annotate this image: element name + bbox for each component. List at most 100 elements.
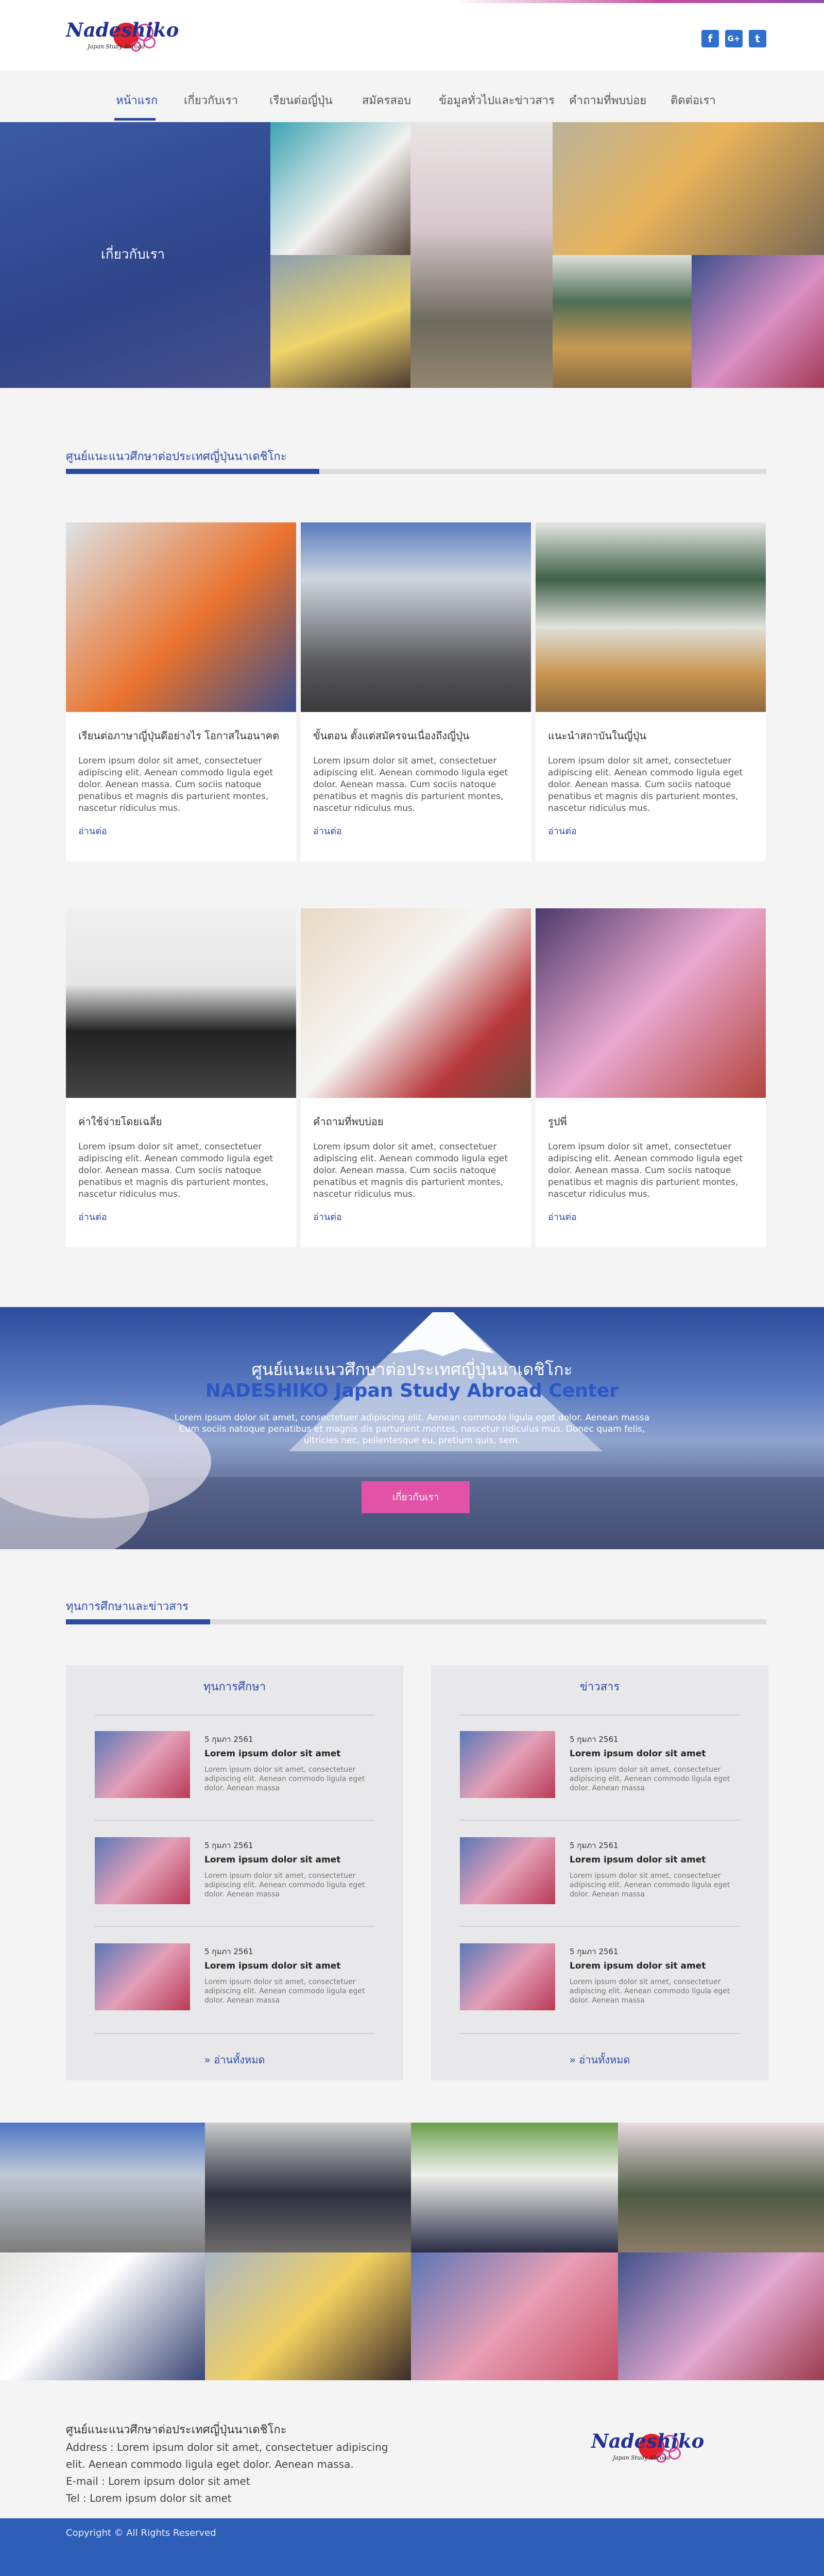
strip-photo-group-thumbs-up	[411, 2252, 618, 2380]
nav-item-faq[interactable]: คำถามที่พบบ่อย	[569, 91, 646, 109]
footer-address: Address : Lorem ipsum dolor sit amet, co…	[66, 2441, 388, 2453]
logo-wordmark: Nadeshiko	[591, 2430, 705, 2452]
divider	[460, 1926, 740, 1927]
read-more-link[interactable]: อ่านต่อ	[548, 823, 577, 838]
site-header: Nadeshiko Japan Study Abroad f G+ t	[0, 3, 824, 71]
card-title: ค่าใช้จ่ายโดยเฉลี่ย	[78, 1115, 162, 1128]
item-title[interactable]: Lorem ipsum dolor sit amet	[570, 1961, 706, 1971]
site-footer: ศูนย์แนะแนวศึกษาต่อประเทศญี่ปุ่นนาเดชิโก…	[0, 2380, 824, 2518]
section-title-scholarship-news: ทุนการศึกษาและข่าวสาร	[66, 1600, 188, 1613]
section-rule	[66, 1619, 766, 1624]
strip-photo-student-desk	[205, 2252, 411, 2380]
google-plus-icon[interactable]: G+	[725, 30, 743, 47]
info-card[interactable]: ขั้นตอน ตั้งแต่สมัครจนเนื่องถึงญี่ปุ่น L…	[301, 522, 531, 861]
read-more-link[interactable]: อ่านต่อ	[313, 1209, 342, 1224]
item-excerpt: Lorem ipsum dolor sit amet, consectetuer…	[204, 1766, 365, 1792]
footer-email: E-mail : Lorem ipsum dolor sit amet	[66, 2475, 250, 2487]
card-photo-classroom	[66, 522, 296, 712]
list-item[interactable]: 5 กุมภา 2561 Lorem ipsum dolor sit amet …	[460, 1731, 740, 1814]
card-title: คำถามที่พบบ่อย	[313, 1115, 384, 1128]
item-thumbnail	[95, 1943, 190, 2010]
nav-item-news[interactable]: ข้อมูลทั่วไปและข่าวสาร	[439, 91, 555, 109]
copyright-bar: Copyright © All Rights Reserved	[0, 2518, 824, 2576]
about-us-button[interactable]: เกี่ยวกับเรา	[362, 1481, 470, 1513]
list-item[interactable]: 5 กุมภา 2561 Lorem ipsum dolor sit amet …	[95, 1731, 374, 1814]
item-thumbnail	[95, 1731, 190, 1798]
nav-item-apply-exam[interactable]: สมัครสอบ	[362, 91, 411, 109]
hero-about-link[interactable]: เกี่ยวกับเรา	[101, 244, 165, 265]
strip-photo-library	[618, 2252, 824, 2380]
view-all-scholarships-link[interactable]: » อ่านทั้งหมด	[66, 2052, 403, 2068]
info-card[interactable]: แนะนำสถาบันในญี่ปุ่น Lorem ipsum dolor s…	[536, 522, 766, 861]
item-thumbnail	[460, 1837, 555, 1904]
card-photo-station	[301, 522, 531, 712]
card-description: Lorem ipsum dolor sit amet, consectetuer…	[313, 756, 508, 814]
logo-subtitle: Japan Study Abroad	[613, 2454, 671, 2461]
card-description: Lorem ipsum dolor sit amet, consectetuer…	[78, 1142, 273, 1199]
strip-photo-school-uniforms	[411, 2123, 618, 2252]
card-photo-library-student	[536, 908, 766, 1098]
divider	[95, 2033, 374, 2034]
nav-item-about[interactable]: เกี่ยวกับเรา	[184, 91, 238, 109]
item-title[interactable]: Lorem ipsum dolor sit amet	[204, 1961, 340, 1971]
nav-item-home[interactable]: หน้าแรก	[116, 91, 158, 109]
hero-photo-cherry-blossom-path	[410, 122, 553, 388]
item-title[interactable]: Lorem ipsum dolor sit amet	[570, 1855, 706, 1865]
panel-heading: ข่าวสาร	[579, 1681, 620, 1693]
twitter-icon[interactable]: t	[749, 30, 766, 47]
item-excerpt: Lorem ipsum dolor sit amet, consectetuer…	[570, 1978, 730, 2005]
nav-item-study-japan[interactable]: เรียนต่อญี่ปุ่น	[269, 91, 333, 109]
read-more-link[interactable]: อ่านต่อ	[313, 823, 342, 838]
divider	[460, 2033, 740, 2034]
card-title: ขั้นตอน ตั้งแต่สมัครจนเนื่องถึงญี่ปุ่น	[313, 730, 470, 742]
item-title[interactable]: Lorem ipsum dolor sit amet	[570, 1749, 706, 1759]
info-card[interactable]: คำถามที่พบบ่อย Lorem ipsum dolor sit ame…	[301, 908, 531, 1247]
site-logo[interactable]: Nadeshiko Japan Study Abroad	[66, 14, 190, 71]
item-date: 5 กุมภา 2561	[570, 1947, 619, 1956]
item-thumbnail	[95, 1837, 190, 1904]
divider	[460, 1715, 740, 1716]
read-more-link[interactable]: อ่านต่อ	[548, 1209, 577, 1224]
strip-photo-classroom	[0, 2252, 205, 2380]
item-title[interactable]: Lorem ipsum dolor sit amet	[204, 1749, 340, 1759]
item-excerpt: Lorem ipsum dolor sit amet, consectetuer…	[570, 1766, 730, 1792]
item-thumbnail	[460, 1943, 555, 2010]
divider	[95, 1715, 374, 1716]
hero-photo-student-smiling	[270, 255, 410, 388]
card-description: Lorem ipsum dolor sit amet, consectetuer…	[313, 1142, 508, 1199]
logo-subtitle: Japan Study Abroad	[88, 43, 145, 50]
footer-tel: Tel : Lorem ipsum dolor sit amet	[66, 2492, 232, 2504]
info-card[interactable]: เรียนต่อภาษาญี่ปุ่นดีอย่างไร โอกาสในอนาค…	[66, 522, 296, 861]
section-title-center: ศูนย์แนะแนวศึกษาต่อประเทศญี่ปุ่นนาเดชิโก…	[66, 450, 287, 463]
list-item[interactable]: 5 กุมภา 2561 Lorem ipsum dolor sit amet …	[95, 1837, 374, 1920]
item-date: 5 กุมภา 2561	[570, 1735, 619, 1744]
card-photo-business-people	[66, 908, 296, 1098]
card-title: แนะนำสถาบันในญี่ปุ่น	[548, 730, 646, 742]
strip-photo-students-walking	[205, 2123, 411, 2252]
banner-heading-thai: ศูนย์แนะแนวศึกษาต่อประเทศญี่ปุ่นนาเดชิโก…	[251, 1360, 573, 1379]
footer-heading: ศูนย์แนะแนวศึกษาต่อประเทศญี่ปุ่นนาเดชิโก…	[66, 2424, 287, 2436]
nav-item-contact[interactable]: ติดต่อเรา	[671, 91, 716, 109]
strip-photo-cherry-blossom	[618, 2123, 824, 2252]
read-more-link[interactable]: อ่านต่อ	[78, 1209, 107, 1224]
banner-description: Lorem ipsum dolor sit amet, consectetuer…	[174, 1413, 650, 1446]
list-item[interactable]: 5 กุมภา 2561 Lorem ipsum dolor sit amet …	[95, 1943, 374, 2026]
footer-logo[interactable]: Nadeshiko Japan Study Abroad	[591, 2426, 715, 2482]
item-excerpt: Lorem ipsum dolor sit amet, consectetuer…	[204, 1872, 365, 1899]
view-all-news-link[interactable]: » อ่านทั้งหมด	[431, 2052, 768, 2068]
item-title[interactable]: Lorem ipsum dolor sit amet	[204, 1855, 340, 1865]
main-nav: หน้าแรก เกี่ยวกับเรา เรียนต่อญี่ปุ่น สมั…	[0, 71, 824, 122]
item-excerpt: Lorem ipsum dolor sit amet, consectetuer…	[570, 1872, 730, 1899]
info-card[interactable]: ค่าใช้จ่ายโดยเฉลี่ย Lorem ipsum dolor si…	[66, 908, 296, 1247]
info-card[interactable]: รูปพี่ Lorem ipsum dolor sit amet, conse…	[536, 908, 766, 1247]
photo-strip	[0, 2123, 824, 2380]
item-date: 5 กุมภา 2561	[204, 1947, 253, 1956]
facebook-icon[interactable]: f	[701, 30, 719, 47]
item-thumbnail	[460, 1731, 555, 1798]
card-title: รูปพี่	[548, 1115, 567, 1128]
card-description: Lorem ipsum dolor sit amet, consectetuer…	[548, 756, 743, 814]
item-date: 5 กุมภา 2561	[204, 1841, 253, 1850]
list-item[interactable]: 5 กุมภา 2561 Lorem ipsum dolor sit amet …	[460, 1837, 740, 1920]
list-item[interactable]: 5 กุมภา 2561 Lorem ipsum dolor sit amet …	[460, 1943, 740, 2026]
read-more-link[interactable]: อ่านต่อ	[78, 823, 107, 838]
